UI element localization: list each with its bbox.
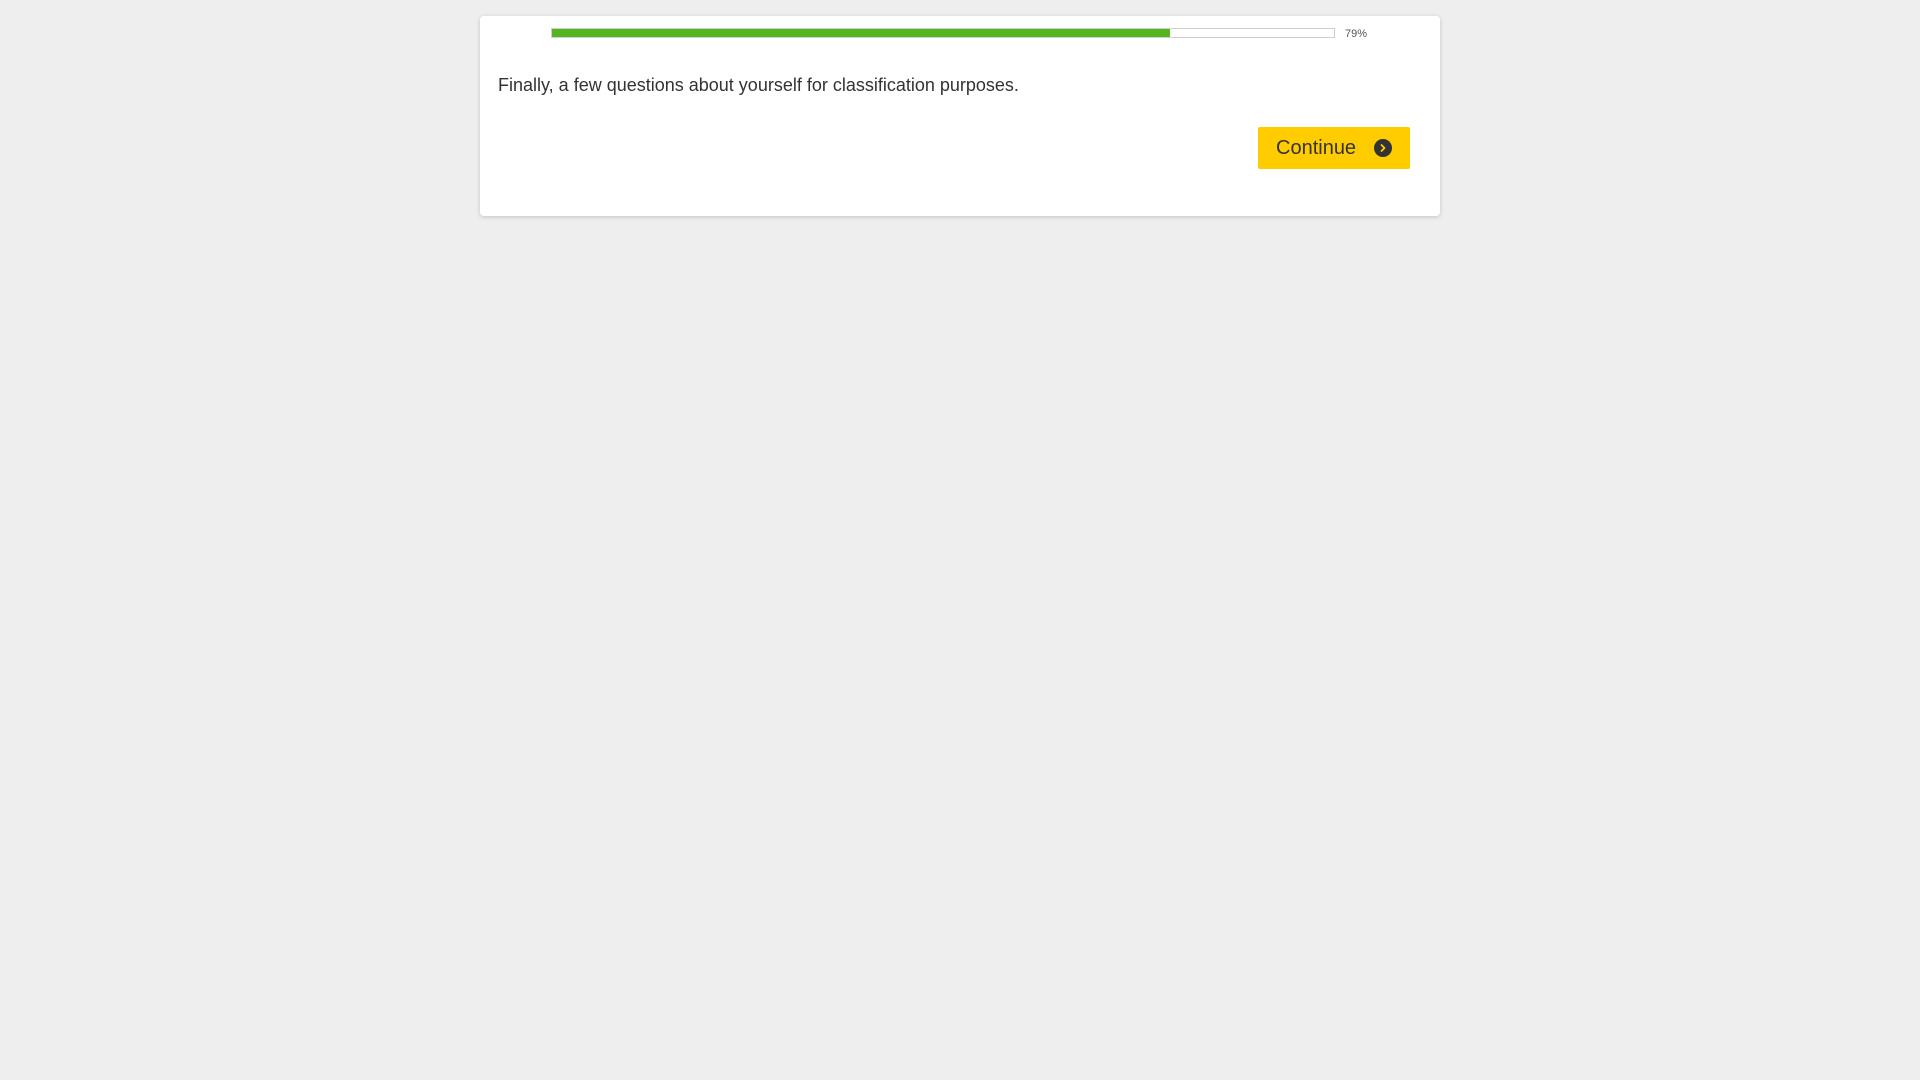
- progress-fill: [552, 29, 1170, 37]
- progress-bar: 79%: [551, 27, 1391, 41]
- continue-button[interactable]: Continue: [1258, 127, 1410, 169]
- section-intro-text: Finally, a few questions about yourself …: [498, 75, 1019, 95]
- progress-track: [551, 28, 1335, 38]
- survey-card: 79% Finally, a few questions about yours…: [480, 16, 1440, 216]
- chevron-right-circle-icon: [1374, 139, 1392, 157]
- progress-percent-label: 79%: [1345, 28, 1368, 40]
- continue-button-label: Continue: [1276, 136, 1357, 159]
